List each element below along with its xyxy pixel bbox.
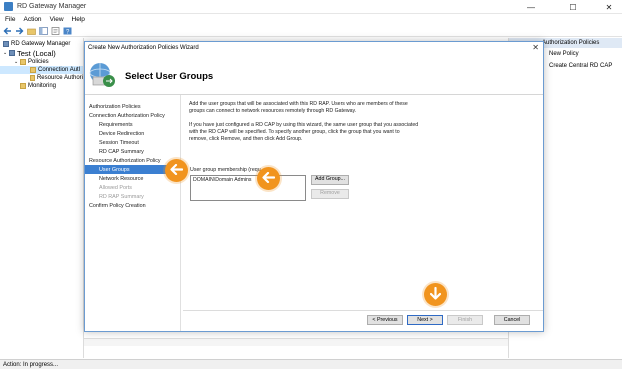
step-requirements[interactable]: Requirements	[85, 120, 180, 129]
authorization-policies-wizard: Create New Authorization Policies Wizard…	[84, 41, 544, 332]
server-icon	[3, 41, 9, 47]
menu-view[interactable]: View	[50, 16, 64, 23]
help-icon[interactable]: ?	[63, 26, 72, 35]
step-connection-authorization-policy[interactable]: Connection Authorization Policy	[85, 111, 180, 120]
step-confirm-policy-creation[interactable]: Confirm Policy Creation	[85, 201, 180, 210]
hint-marker	[257, 167, 280, 190]
wizard-close-button[interactable]: ✕	[532, 43, 539, 52]
step-device-redirection[interactable]: Device Redirection	[85, 129, 180, 138]
wizard-footer: < Previous Next > Finish Cancel	[183, 310, 543, 331]
maximize-button[interactable]: ☐	[560, 0, 586, 14]
close-button[interactable]: ✕	[596, 0, 622, 14]
wizard-title: Create New Authorization Policies Wizard	[88, 45, 199, 51]
arrow-left-icon	[262, 171, 276, 185]
rd-gateway-app-icon	[4, 2, 13, 11]
user-group-list[interactable]: DOMAIN\Domain Admins	[190, 175, 306, 201]
cancel-button[interactable]: Cancel	[494, 315, 530, 325]
add-group-button[interactable]: Add Group...	[311, 175, 349, 185]
membership-label: User group membership (requ	[190, 167, 261, 173]
forward-icon[interactable]	[15, 26, 24, 35]
horizontal-scrollbar[interactable]	[84, 338, 508, 346]
back-icon[interactable]	[3, 26, 12, 35]
list-item[interactable]: DOMAIN\Domain Admins	[193, 177, 303, 184]
tree-item-rd-gateway-manager[interactable]: RD Gateway Manager	[0, 40, 83, 48]
minimize-button[interactable]: —	[518, 0, 544, 14]
window-title: RD Gateway Manager	[17, 3, 87, 10]
wizard-header: Select User Groups	[85, 54, 543, 95]
wizard-steps-nav: Authorization Policies Connection Author…	[85, 95, 181, 331]
step-authorization-policies[interactable]: Authorization Policies	[85, 102, 180, 111]
up-folder-icon[interactable]	[27, 26, 36, 35]
tree-item-policies[interactable]: ⌄ Policies	[0, 58, 83, 66]
instructions-text: If you have just configured a RD CAP by …	[189, 121, 419, 143]
window-titlebar: RD Gateway Manager — ☐ ✕	[0, 0, 622, 14]
toolbar: ?	[0, 25, 622, 37]
status-bar: Action: In progress...	[0, 359, 622, 369]
tree-item-test-local[interactable]: ⌄ Test (Local)	[0, 48, 83, 58]
menu-file[interactable]: File	[5, 16, 15, 23]
remove-button: Remove	[311, 189, 349, 199]
wizard-page-title: Select User Groups	[125, 71, 214, 82]
step-allowed-ports: Allowed Ports	[99, 184, 132, 191]
tree-item-connection-authorization[interactable]: Connection Autl	[0, 66, 83, 74]
properties-icon[interactable]	[51, 26, 60, 35]
tree-item-monitoring[interactable]: Monitoring	[0, 82, 83, 90]
tree-item-resource-authorization[interactable]: Resource Authori	[0, 74, 83, 82]
arrow-down-icon	[429, 286, 442, 302]
server-icon	[9, 50, 15, 56]
folder-icon	[20, 83, 26, 89]
hint-marker	[424, 283, 447, 306]
console-tree-icon[interactable]	[39, 26, 48, 35]
menu-bar: File Action View Help	[0, 14, 622, 25]
menu-action[interactable]: Action	[23, 16, 41, 23]
next-button[interactable]: Next >	[407, 315, 443, 325]
description-text: Add the user groups that will be associa…	[189, 101, 408, 115]
previous-button[interactable]: < Previous	[367, 315, 403, 325]
rd-gateway-manager-window: RD Gateway Manager — ☐ ✕ File Action Vie…	[0, 0, 622, 369]
folder-icon	[30, 67, 36, 73]
wizard-content: Add the user groups that will be associa…	[183, 95, 543, 309]
hint-marker	[165, 159, 188, 182]
folder-icon	[20, 59, 26, 65]
user-groups-icon	[89, 62, 116, 88]
step-rd-cap-summary[interactable]: RD CAP Summary	[85, 147, 180, 156]
arrow-left-icon	[170, 163, 184, 177]
console-tree: RD Gateway Manager ⌄ Test (Local) ⌄ Poli…	[0, 38, 84, 358]
step-rd-rap-summary: RD RAP Summary	[99, 193, 144, 200]
folder-icon	[30, 75, 35, 81]
finish-button: Finish	[447, 315, 483, 325]
menu-help[interactable]: Help	[72, 16, 85, 23]
step-session-timeout[interactable]: Session Timeout	[85, 138, 180, 147]
